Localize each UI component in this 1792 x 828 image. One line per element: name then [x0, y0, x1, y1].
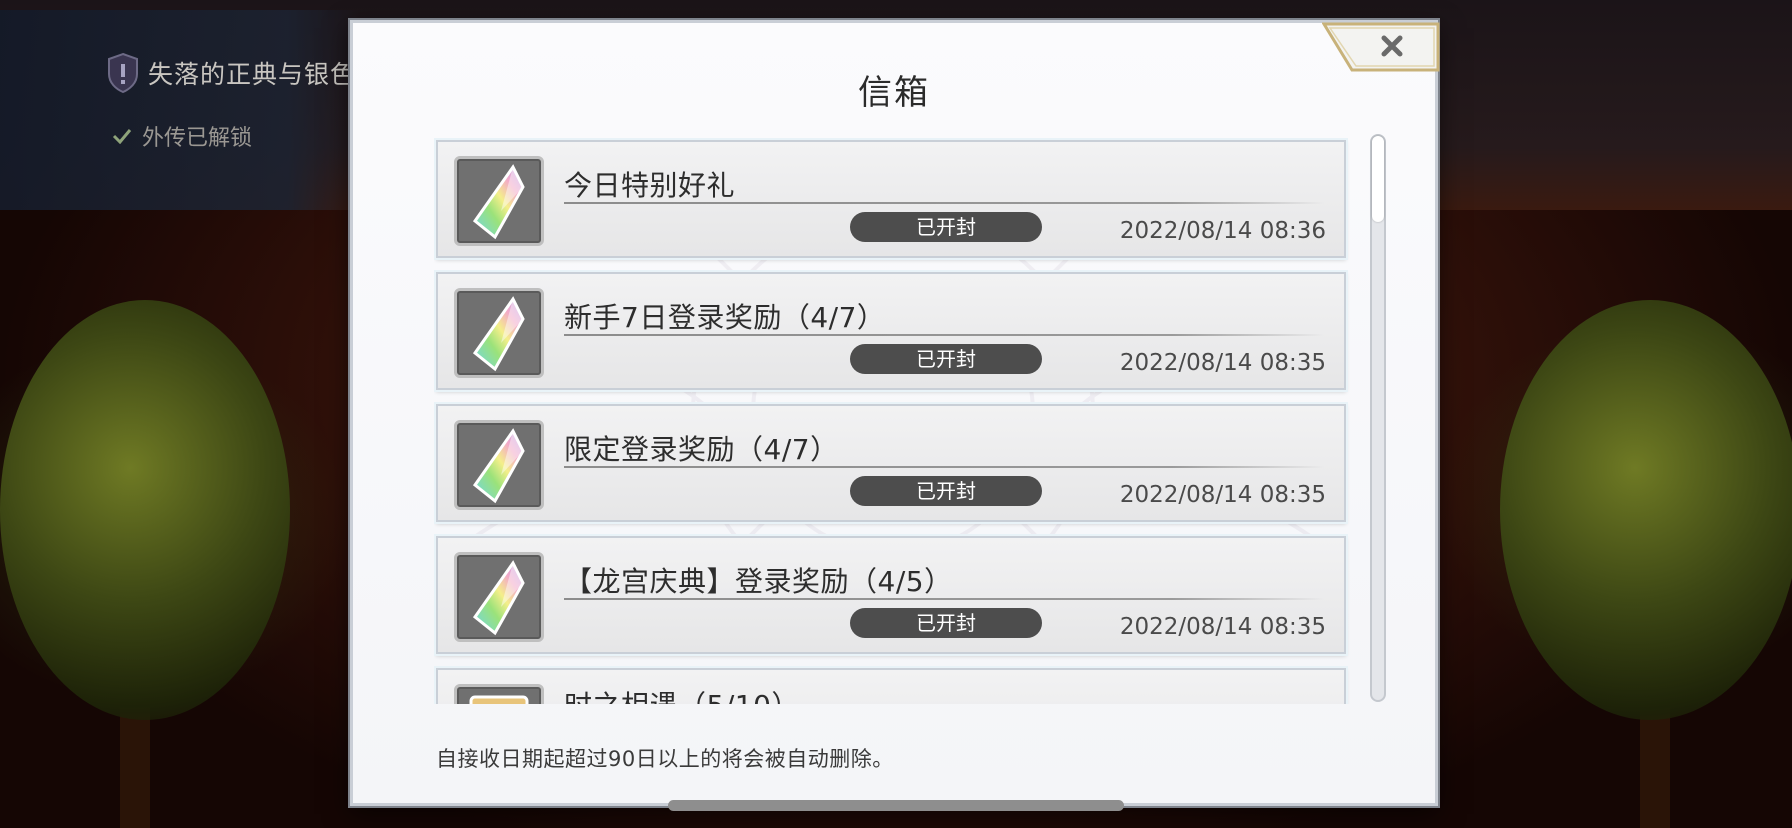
- dialog-title: 信箱: [858, 73, 930, 113]
- title-divider: [564, 334, 1324, 336]
- mail-title: 新手7日登录奖励（4/7）: [564, 301, 886, 334]
- tree-left: [0, 300, 290, 720]
- item-frame: [454, 552, 544, 642]
- chapter-title: 失落的正典与银色: [106, 52, 356, 94]
- mail-timestamp: 2022/08/14 08:35: [1119, 350, 1326, 376]
- mail-timestamp: 2022/08/14 08:35: [1119, 482, 1326, 508]
- mail-timestamp: 2022/08/14 08:35: [1119, 614, 1326, 640]
- scrollbar-thumb[interactable]: [1372, 136, 1384, 222]
- title-divider: [564, 466, 1324, 468]
- status-badge: 已开封: [850, 476, 1042, 506]
- mail-row[interactable]: 今日特别好礼 已开封 2022/08/14 08:36: [436, 140, 1346, 258]
- tree-right: [1500, 300, 1792, 720]
- ticket-icon: [469, 695, 529, 704]
- chapter-subtitle: 外传已解锁: [112, 120, 252, 152]
- mail-row[interactable]: 限定登录奖励（4/7） 已开封 2022/08/14 08:35: [436, 404, 1346, 522]
- mail-timestamp: 2022/08/14 08:36: [1119, 218, 1326, 244]
- mail-row[interactable]: 【龙宫庆典】登录奖励（4/5） 已开封 2022/08/14 08:35: [436, 536, 1346, 654]
- mail-title: 今日特别好礼: [564, 169, 736, 202]
- mail-row[interactable]: 新手7日登录奖励（4/7） 已开封 2022/08/14 08:35: [436, 272, 1346, 390]
- mail-title: 限定登录奖励（4/7）: [564, 433, 839, 466]
- status-badge: 已开封: [850, 608, 1042, 638]
- close-icon: [1322, 22, 1440, 72]
- rainbow-crystal-icon: [472, 296, 525, 372]
- close-button[interactable]: [1322, 22, 1440, 72]
- title-divider: [564, 598, 1324, 600]
- status-badge: 已开封: [850, 212, 1042, 242]
- item-frame: [454, 684, 544, 704]
- item-frame: [454, 288, 544, 378]
- item-frame: [454, 156, 544, 246]
- chapter-title-text: 失落的正典与银色: [148, 60, 357, 89]
- shield-icon: [108, 52, 138, 94]
- home-indicator[interactable]: [668, 800, 1124, 811]
- mail-row[interactable]: 时之相遇（5/10）: [436, 668, 1346, 704]
- auto-delete-notice: 自接收日期起超过90日以上的将会被自动删除。: [436, 747, 894, 771]
- rainbow-crystal-icon: [472, 428, 525, 504]
- mail-title: 【龙宫庆典】登录奖励（4/5）: [564, 565, 953, 598]
- background-chapter-banner: [0, 10, 360, 210]
- chapter-subtitle-text: 外传已解锁: [142, 126, 253, 151]
- mail-title: 时之相遇（5/10）: [564, 684, 800, 704]
- checkmark-icon: [112, 129, 132, 144]
- item-frame: [454, 420, 544, 510]
- mail-list[interactable]: 今日特别好礼 已开封 2022/08/14 08:36 新手7日登录奖励（4/7…: [434, 136, 1352, 704]
- rainbow-crystal-icon: [472, 560, 525, 636]
- title-divider: [564, 202, 1324, 204]
- status-badge: 已开封: [850, 344, 1042, 374]
- rainbow-crystal-icon: [472, 164, 525, 240]
